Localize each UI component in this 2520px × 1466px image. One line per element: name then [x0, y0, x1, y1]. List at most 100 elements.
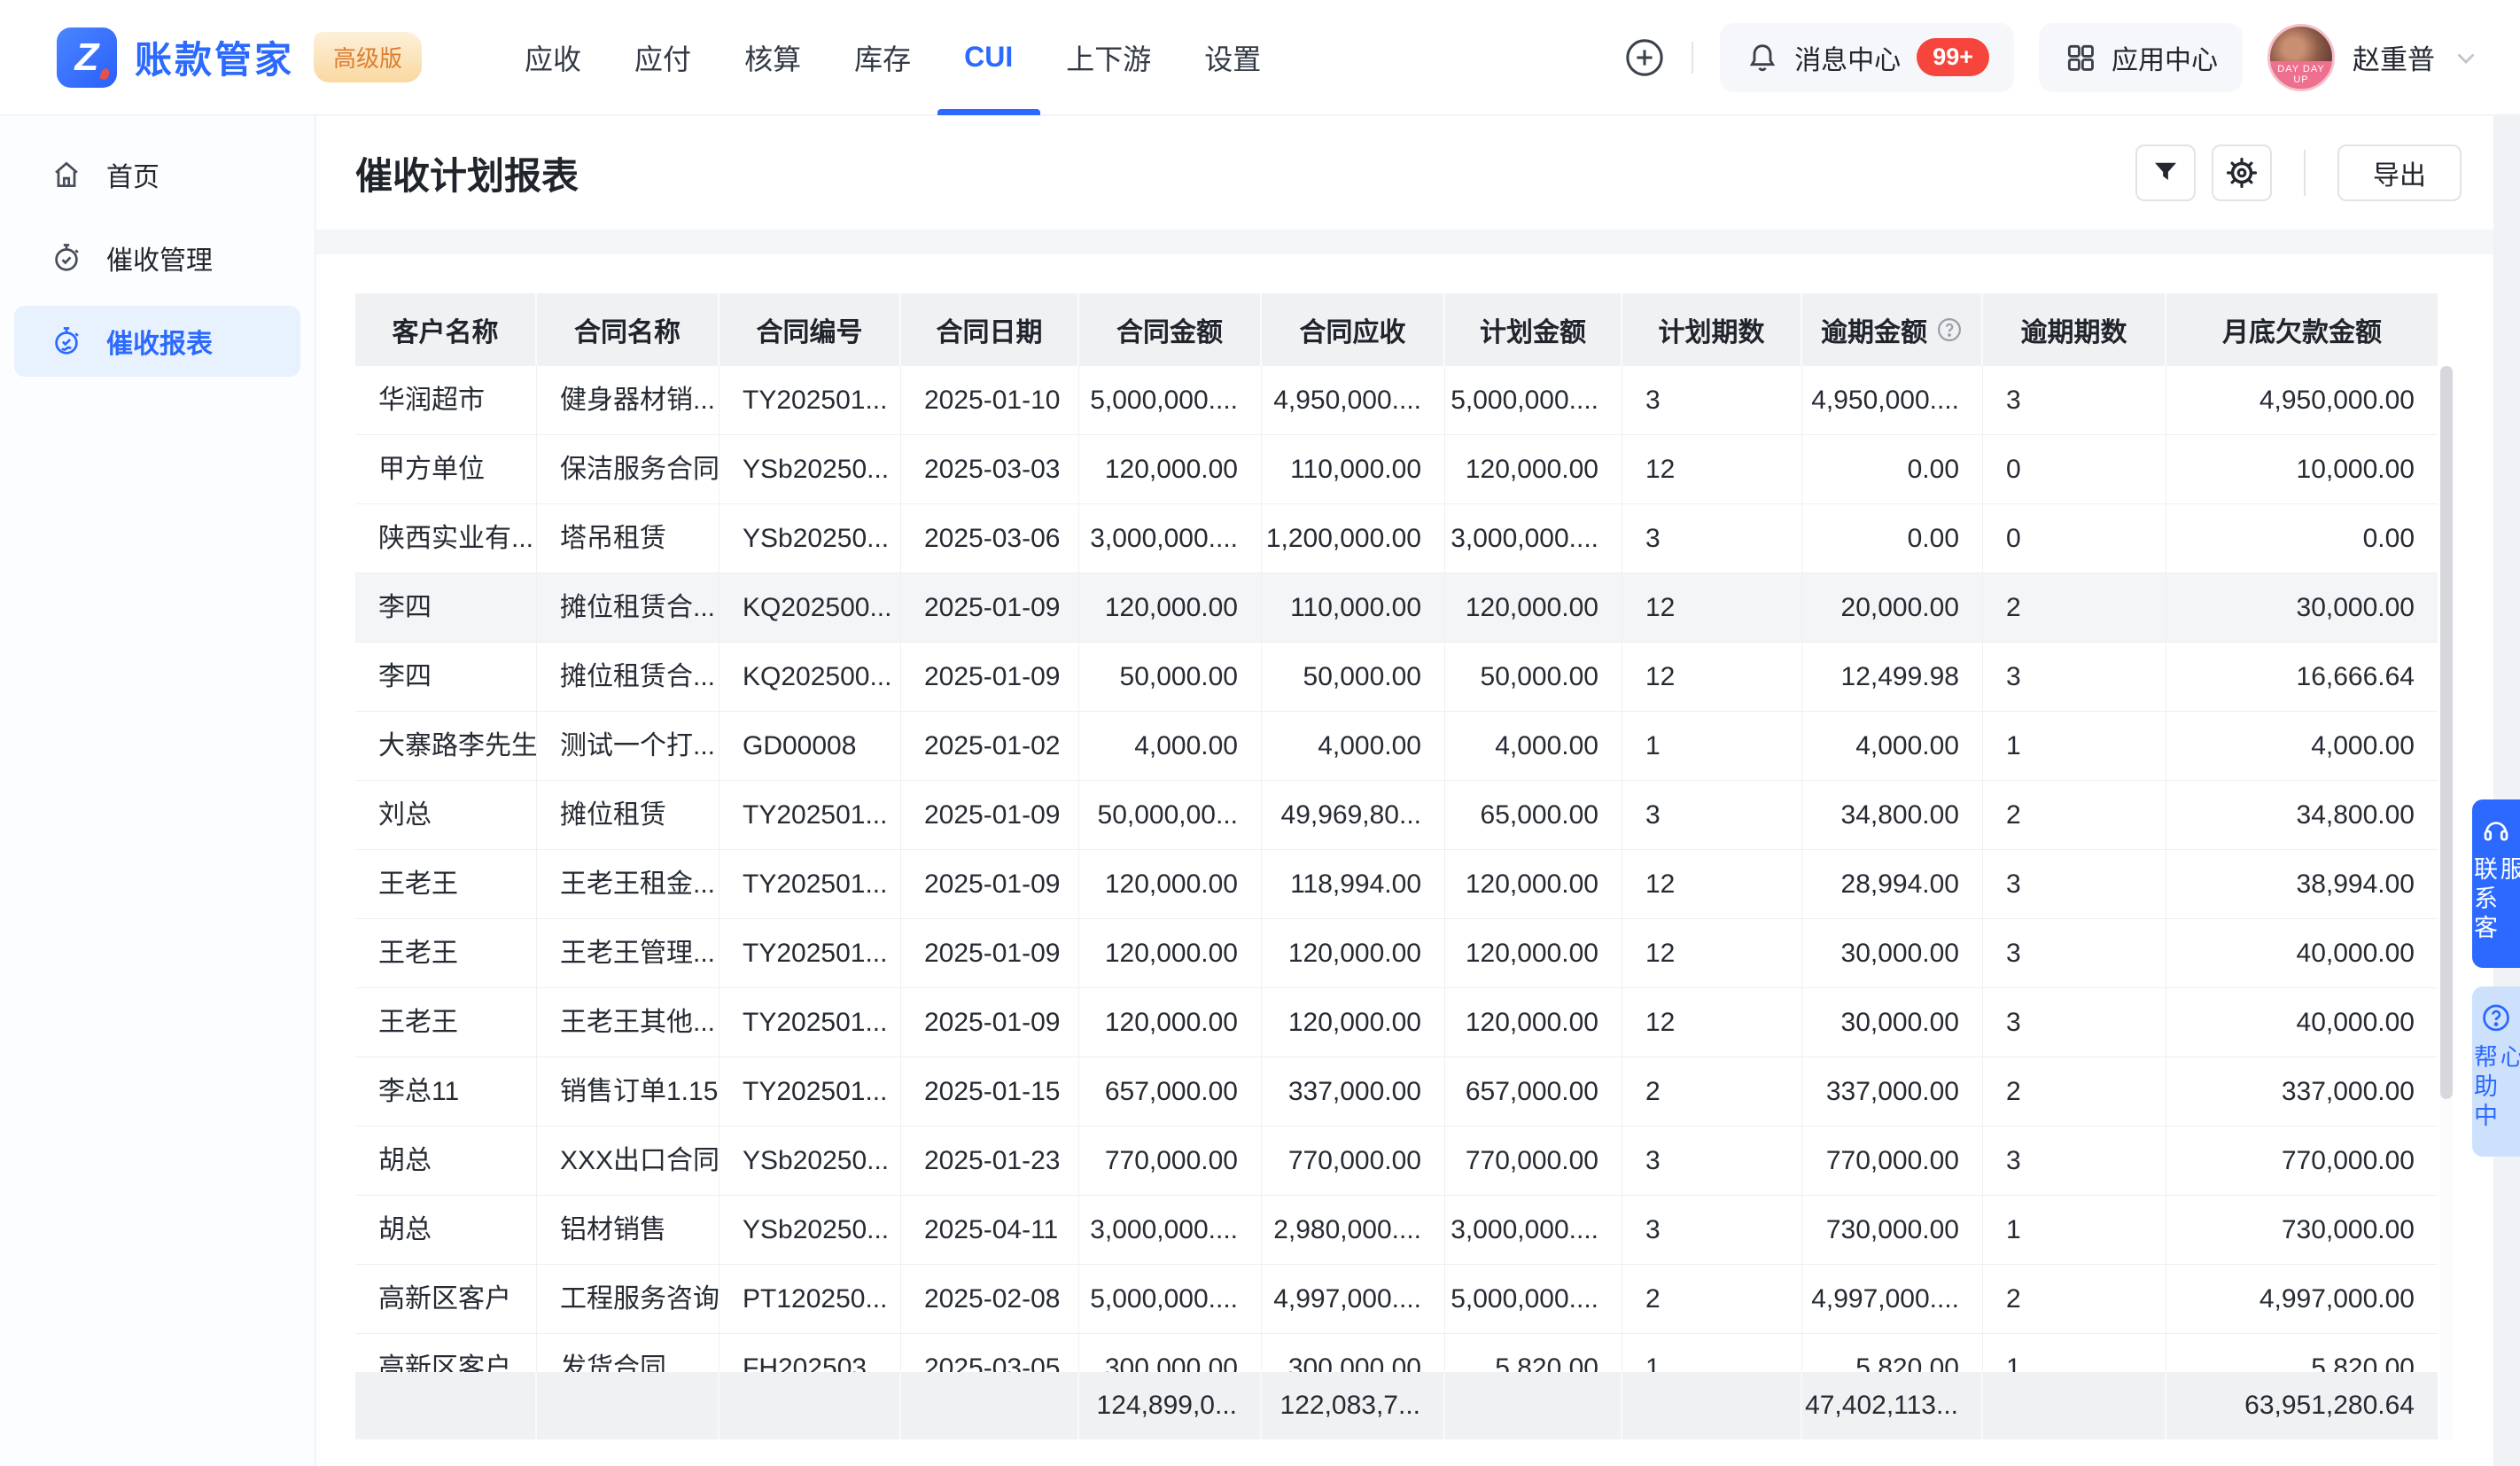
table-summary-row: 124,899,0...122,083,7...47,402,113...63,… [355, 1372, 2438, 1439]
table-cell: 12 [1622, 988, 1802, 1057]
table-row[interactable]: 王老王王老王其他...TY202501...2025-01-09120,000.… [355, 988, 2438, 1057]
page-title: 催收计划报表 [355, 146, 579, 200]
column-header-contract-receivable[interactable]: 合同应收 [1262, 293, 1445, 366]
table-row[interactable]: 李四摊位租赁合...KQ202500...2025-01-0950,000.00… [355, 643, 2438, 712]
page-scrollbar-track[interactable] [2493, 116, 2520, 1466]
table-row[interactable]: 高新区客户工程服务咨询PT120250...2025-02-085,000,00… [355, 1265, 2438, 1334]
column-header-overdue-amount[interactable]: 逾期金额 [1802, 293, 1983, 366]
column-header-customer[interactable]: 客户名称 [355, 293, 537, 366]
user-menu[interactable]: DAY DAY UP 赵重普 [2267, 24, 2481, 91]
table-cell: 3 [1983, 988, 2166, 1057]
nav-item-cui[interactable]: CUI [937, 0, 1039, 114]
table-row[interactable]: 李总11销售订单1.15TY202501...2025-01-15657,000… [355, 1057, 2438, 1127]
table-cell: 王老王租金... [537, 850, 719, 918]
table-cell: 3 [1983, 1127, 2166, 1195]
stopwatch-report-icon [50, 324, 83, 358]
column-header-contract-amount[interactable]: 合同金额 [1079, 293, 1262, 366]
table-cell: 20,000.00 [1802, 573, 1983, 642]
table-row[interactable]: 大寨路李先生测试一个打...GD000082025-01-024,000.004… [355, 712, 2438, 781]
table-cell: 4,997,000.... [1262, 1265, 1445, 1333]
column-header-plan-periods[interactable]: 计划期数 [1622, 293, 1802, 366]
add-button[interactable] [1624, 37, 1665, 78]
nav-item-receivable[interactable]: 应收 [498, 0, 608, 114]
table-cell: 3 [1983, 643, 2166, 711]
column-header-contract-no[interactable]: 合同编号 [719, 293, 901, 366]
table-scrollbar-track[interactable] [2440, 366, 2453, 1439]
table-row[interactable]: 王老王王老王租金...TY202501...2025-01-09120,000.… [355, 850, 2438, 919]
table-cell: 华润超市 [355, 366, 537, 434]
app-center-button[interactable]: 应用中心 [2039, 23, 2243, 92]
table-row[interactable]: 胡总XXX出口合同YSb20250...2025-01-23770,000.00… [355, 1127, 2438, 1196]
column-settings-button[interactable] [2212, 144, 2272, 201]
sidebar-item-label: 首页 [106, 155, 159, 194]
brand-name: 账款管家 [135, 30, 294, 84]
column-header-month-end-debt[interactable]: 月底欠款金额 [2166, 293, 2438, 366]
table-cell: 刘总 [355, 781, 537, 849]
filter-button[interactable] [2135, 144, 2196, 201]
brand-logo[interactable]: Z 账款管家 高级版 [57, 27, 422, 88]
table-cell: 大寨路李先生 [355, 712, 537, 780]
table-cell: 4,000.00 [1262, 712, 1445, 780]
table-row[interactable]: 李四摊位租赁合...KQ202500...2025-01-09120,000.0… [355, 573, 2438, 643]
table-cell: 4,000.00 [1445, 712, 1622, 780]
sidebar-item-collection-management[interactable]: 催收管理 [14, 222, 300, 293]
table-cell: GD00008 [719, 712, 901, 780]
table-cell: 300,000.00 [1262, 1334, 1445, 1372]
table-cell: 12 [1622, 643, 1802, 711]
table-row[interactable]: 胡总铝材销售YSb20250...2025-04-113,000,000....… [355, 1196, 2438, 1265]
table-cell: 110,000.00 [1262, 573, 1445, 642]
table-cell: YSb20250... [719, 504, 901, 573]
table-cell: YSb20250... [719, 435, 901, 503]
nav-item-accounting[interactable]: 核算 [718, 0, 828, 114]
table-cell: 李总11 [355, 1057, 537, 1126]
contact-support-label: 联系客服 [2469, 856, 2520, 968]
table-cell: 铝材销售 [537, 1196, 719, 1264]
table-cell: 3,000,000.... [1445, 1196, 1622, 1264]
table-row[interactable]: 王老王王老王管理...TY202501...2025-01-09120,000.… [355, 919, 2438, 988]
help-center-button[interactable]: 帮助中心 [2472, 986, 2520, 1157]
table-cell: 118,994.00 [1262, 850, 1445, 918]
nav-item-settings[interactable]: 设置 [1178, 0, 1287, 114]
export-button[interactable]: 导出 [2337, 144, 2462, 201]
summary-cell [537, 1372, 719, 1439]
table-cell: 4,000.00 [2166, 712, 2438, 780]
table-cell: 120,000.00 [1445, 988, 1622, 1057]
column-header-contract-name[interactable]: 合同名称 [537, 293, 719, 366]
table-cell: 12 [1622, 850, 1802, 918]
table-cell: 0.00 [1802, 435, 1983, 503]
table-row[interactable]: 甲方单位保洁服务合同YSb20250...2025-03-03120,000.0… [355, 435, 2438, 504]
summary-cell [1622, 1372, 1802, 1439]
table-row[interactable]: 陕西实业有...塔吊租赁YSb20250...2025-03-063,000,0… [355, 504, 2438, 573]
table-cell: 2 [1622, 1057, 1802, 1126]
table-cell: 王老王 [355, 919, 537, 987]
table-cell: 34,800.00 [1802, 781, 1983, 849]
table-row[interactable]: 华润超市健身器材销...TY202501...2025-01-105,000,0… [355, 366, 2438, 435]
contact-support-button[interactable]: 联系客服 [2472, 799, 2520, 968]
table-row[interactable]: 高新区客户发货合同FH2025032025-03-05300,000.00300… [355, 1334, 2438, 1372]
table-cell: 30,000.00 [1802, 988, 1983, 1057]
table-cell: 甲方单位 [355, 435, 537, 503]
table-cell: 胡总 [355, 1196, 537, 1264]
nav-item-upstream-downstream[interactable]: 上下游 [1039, 0, 1178, 114]
topnav-right: 消息中心 99+ 应用中心 DAY DAY UP 赵重普 [1624, 23, 2481, 92]
table-row[interactable]: 刘总摊位租赁TY202501...2025-01-0950,000,00...4… [355, 781, 2438, 850]
table-cell: 5,820.00 [2166, 1334, 2438, 1372]
nav-item-payable[interactable]: 应付 [608, 0, 718, 114]
column-header-plan-amount[interactable]: 计划金额 [1445, 293, 1622, 366]
sidebar-item-collection-report[interactable]: 催收报表 [14, 306, 300, 377]
sidebar-item-home[interactable]: 首页 [14, 139, 300, 210]
table-scrollbar-thumb[interactable] [2440, 366, 2453, 1099]
column-header-contract-date[interactable]: 合同日期 [901, 293, 1079, 366]
table-cell: TY202501... [719, 919, 901, 987]
table-cell: 2,980,000.... [1262, 1196, 1445, 1264]
table-cell: 2 [1983, 781, 2166, 849]
nav-item-inventory[interactable]: 库存 [828, 0, 937, 114]
table-header-row: 客户名称 合同名称 合同编号 合同日期 合同金额 合同应收 计划金额 计划期数 … [355, 293, 2438, 366]
message-center-button[interactable]: 消息中心 99+ [1720, 23, 2014, 92]
table-cell: 2025-03-03 [901, 435, 1079, 503]
column-header-overdue-periods[interactable]: 逾期期数 [1983, 293, 2166, 366]
table-cell: 3 [1622, 781, 1802, 849]
table-cell: 2 [1983, 1265, 2166, 1333]
table-cell: 120,000.00 [1262, 988, 1445, 1057]
help-icon[interactable] [1936, 316, 1963, 343]
